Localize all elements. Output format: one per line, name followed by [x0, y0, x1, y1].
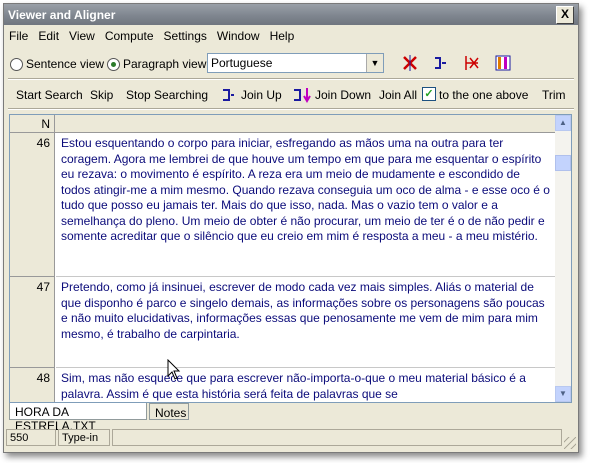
row-number: 46: [10, 133, 55, 277]
tab-hora-da-estrela[interactable]: HORA DA ESTRELA.TXT: [9, 403, 147, 433]
resize-grip[interactable]: [564, 437, 576, 449]
alignment-grid[interactable]: N 46 Estou esquentando o corpo para inic…: [9, 114, 572, 403]
search-toolbar: Start Search Skip Stop Searching Join Up…: [4, 84, 578, 106]
paragraph-view-label[interactable]: Paragraph view: [123, 57, 206, 71]
view-toolbar: Sentence view Paragraph view Portuguese …: [4, 48, 578, 76]
status-mode: Type-in: [58, 429, 110, 446]
sentence-view-label[interactable]: Sentence view: [26, 57, 104, 71]
scroll-down-icon[interactable]: ▼: [555, 386, 571, 402]
join-down-button[interactable]: Join Down: [315, 88, 371, 102]
join-icon[interactable]: [430, 54, 448, 72]
menu-edit[interactable]: Edit: [33, 26, 64, 43]
to-one-above-checkbox[interactable]: ✓: [422, 87, 436, 101]
toolbar-separator: [8, 78, 574, 80]
join-up-button[interactable]: Join Up: [241, 88, 282, 102]
column-header-n[interactable]: N: [10, 115, 55, 132]
tab-notes[interactable]: Notes: [149, 403, 189, 420]
status-bar: 550 Type-in: [4, 426, 578, 451]
menu-window[interactable]: Window: [212, 26, 265, 43]
language-select[interactable]: Portuguese ▼: [207, 53, 384, 73]
to-one-above-label[interactable]: to the one above: [439, 88, 528, 102]
menu-file[interactable]: File: [4, 26, 33, 43]
app-window: Viewer and Aligner X File Edit View Compute…: [3, 3, 579, 453]
row-text[interactable]: Pretendo, como já insinuei, escrever de …: [56, 277, 555, 368]
stop-searching-button[interactable]: Stop Searching: [126, 88, 208, 102]
title-bar[interactable]: Viewer and Aligner X: [4, 4, 578, 25]
menu-settings[interactable]: Settings: [159, 26, 212, 43]
menu-bar: File Edit View Compute Settings Window Help: [4, 26, 578, 46]
row-text[interactable]: Estou esquentando o corpo para iniciar, …: [56, 133, 555, 277]
grid-header: N: [10, 115, 555, 133]
row-text[interactable]: Sim, mas não esquece que para escrever n…: [56, 368, 555, 402]
start-search-button[interactable]: Start Search: [16, 88, 83, 102]
vertical-scrollbar[interactable]: ▲ ▼: [555, 115, 571, 402]
row-number: 48: [10, 368, 55, 402]
join-down-icon[interactable]: [292, 87, 312, 103]
join-all-button[interactable]: Join All: [379, 88, 417, 102]
status-count: 550: [6, 429, 56, 446]
scroll-up-icon[interactable]: ▲: [555, 115, 571, 131]
toolbar-separator-2: [8, 108, 574, 110]
skip-button[interactable]: Skip: [90, 88, 113, 102]
status-empty-panel: [112, 429, 562, 446]
window-title: Viewer and Aligner: [8, 8, 116, 22]
trim-button[interactable]: Trim: [542, 88, 566, 102]
menu-compute[interactable]: Compute: [100, 26, 159, 43]
language-select-value: Portuguese: [211, 56, 273, 70]
columns-icon[interactable]: [494, 54, 512, 72]
scroll-thumb[interactable]: [555, 155, 571, 171]
mouse-cursor-icon: [167, 359, 181, 380]
delete-marker-icon[interactable]: [464, 54, 482, 72]
row-number: 47: [10, 277, 55, 368]
sentence-view-radio[interactable]: [10, 58, 23, 71]
menu-view[interactable]: View: [64, 26, 100, 43]
close-button[interactable]: X: [556, 6, 574, 24]
paragraph-view-radio[interactable]: [107, 58, 120, 71]
chevron-down-icon[interactable]: ▼: [366, 54, 383, 72]
cut-link-icon[interactable]: [401, 54, 419, 72]
menu-help[interactable]: Help: [265, 26, 300, 43]
join-up-icon[interactable]: [221, 87, 235, 103]
